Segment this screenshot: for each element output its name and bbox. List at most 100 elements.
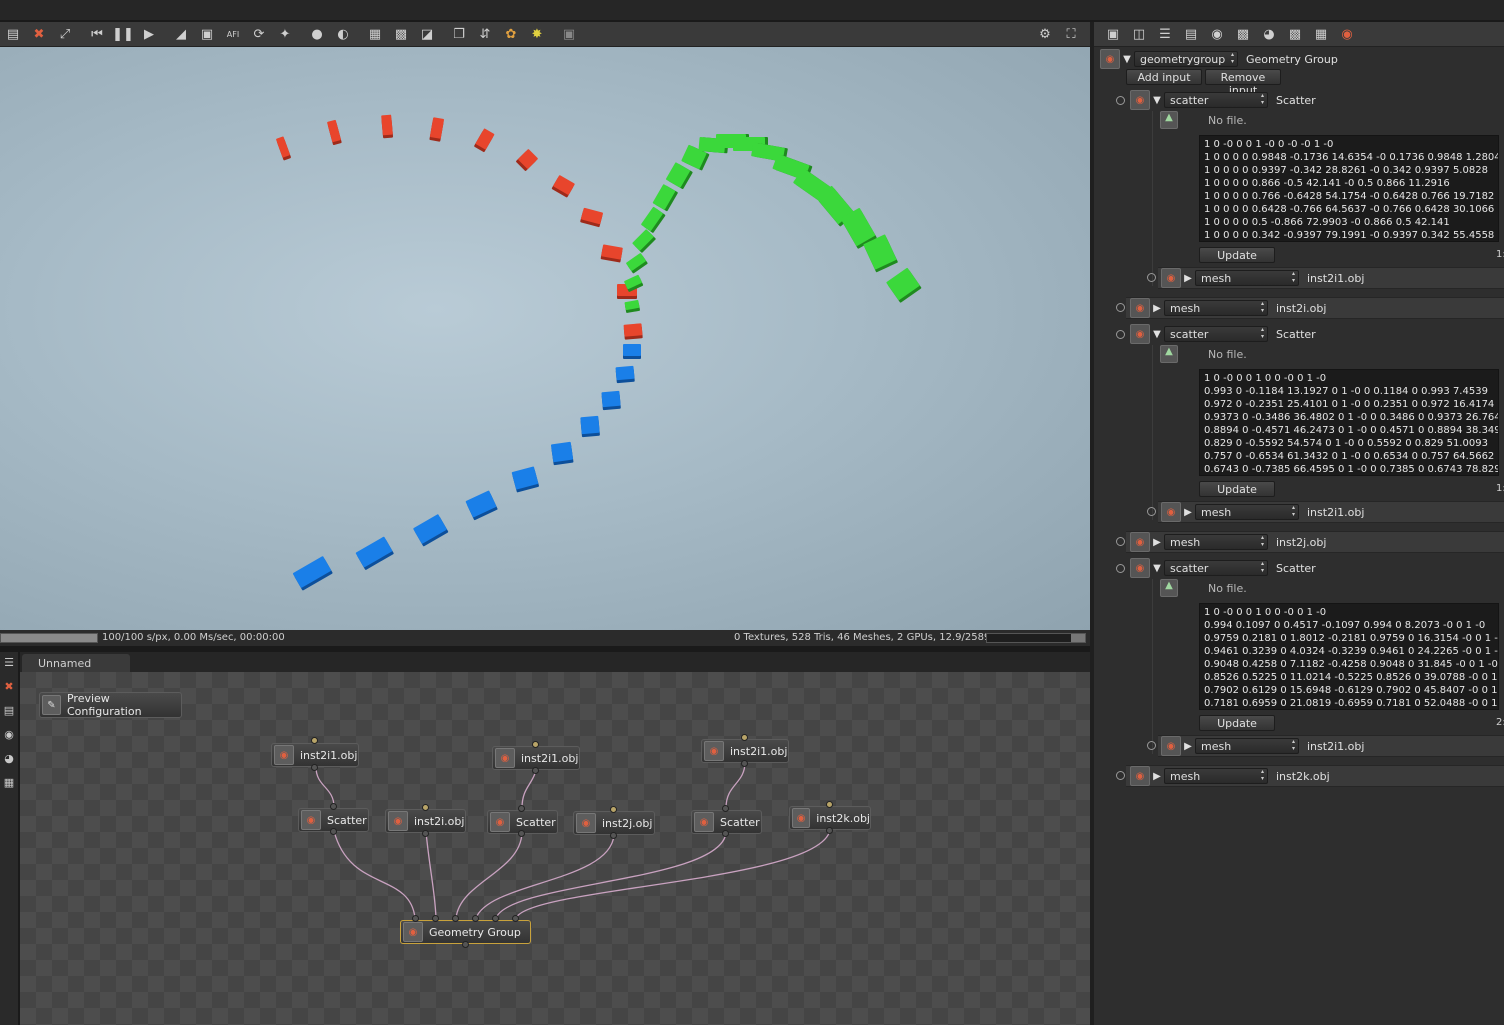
geometrygroup-combo[interactable]: geometrygroup xyxy=(1134,51,1238,67)
list-icon[interactable]: ☰ xyxy=(1154,23,1176,45)
node-color-icon[interactable]: ◉ xyxy=(1336,23,1358,45)
rewind-icon[interactable]: ⏮ xyxy=(86,23,108,45)
file-load-icon[interactable]: ▲ xyxy=(1160,111,1178,129)
input-pin[interactable] xyxy=(722,805,729,812)
expand-icon[interactable]: ▶ xyxy=(1150,771,1164,782)
film-icon-r[interactable]: ▩ xyxy=(1232,23,1254,45)
input-dot[interactable] xyxy=(1116,330,1125,339)
output-pin[interactable] xyxy=(826,827,833,834)
input-pin[interactable] xyxy=(422,804,429,811)
rotate-icon[interactable]: ⟳ xyxy=(248,23,270,45)
mesh-b-combo[interactable]: mesh xyxy=(1164,534,1268,550)
camera-icon[interactable]: ▣ xyxy=(196,23,218,45)
collapse-icon[interactable]: ▼ xyxy=(1150,563,1164,574)
pick-icon[interactable]: ✦ xyxy=(274,23,296,45)
output-pin[interactable] xyxy=(532,767,539,774)
group-input-pin[interactable] xyxy=(452,915,459,922)
mesh-a-combo[interactable]: mesh xyxy=(1164,300,1268,316)
scatter1-matrix[interactable]: 1 0 -0 0 0 1 -0 0 -0 -0 1 -0 1 0 0 0 0 0.… xyxy=(1199,135,1499,242)
pause-icon[interactable]: ❚❚ xyxy=(112,23,134,45)
add-input-button[interactable]: Add input xyxy=(1126,69,1202,85)
group-input-pin[interactable] xyxy=(412,915,419,922)
layers-icon[interactable]: ◪ xyxy=(416,23,438,45)
lock-icon[interactable]: ▣ xyxy=(558,23,580,45)
expand-icon[interactable]: ▶ xyxy=(1150,303,1164,314)
layers-icon-r[interactable]: ◫ xyxy=(1128,23,1150,45)
input-dot[interactable] xyxy=(1116,303,1125,312)
preview-configuration-button[interactable]: ✎ Preview Configuration xyxy=(39,692,182,718)
expand-icon[interactable]: ▶ xyxy=(1150,537,1164,548)
play-icon[interactable]: ▶ xyxy=(138,23,160,45)
color-icon[interactable]: ✿ xyxy=(500,23,522,45)
collapse-icon[interactable]: ▼ xyxy=(1120,54,1134,65)
fit-icon[interactable]: ⤢ xyxy=(54,23,76,45)
material-icon-r[interactable]: ◉ xyxy=(1206,23,1228,45)
remove-input-button[interactable]: Remove input xyxy=(1205,69,1281,97)
afi-button[interactable]: AFI xyxy=(222,23,244,45)
clear-icon[interactable]: ✖ xyxy=(28,23,50,45)
mesh-c-combo[interactable]: mesh xyxy=(1164,768,1268,784)
checker-icon[interactable]: ▩ xyxy=(390,23,412,45)
picture-icon[interactable]: ▩ xyxy=(1284,23,1306,45)
group-input-pin[interactable] xyxy=(432,915,439,922)
collapse-icon[interactable]: ▼ xyxy=(1150,329,1164,340)
group-input-pin[interactable] xyxy=(472,915,479,922)
sphere-alt-icon[interactable]: ◐ xyxy=(332,23,354,45)
output-pin[interactable] xyxy=(741,760,748,767)
input-pin[interactable] xyxy=(330,803,337,810)
file-load-icon[interactable]: ▲ xyxy=(1160,345,1178,363)
render-viewport[interactable] xyxy=(0,47,1090,630)
input-dot[interactable] xyxy=(1116,771,1125,780)
export-icon[interactable]: ⇵ xyxy=(474,23,496,45)
input-dot[interactable] xyxy=(1116,564,1125,573)
output-pin[interactable] xyxy=(518,830,525,837)
input-pin[interactable] xyxy=(741,734,748,741)
output-pin[interactable] xyxy=(722,830,729,837)
group-output-pin[interactable] xyxy=(462,941,469,948)
wrench-icon[interactable]: ⚙ xyxy=(1034,24,1056,46)
tab-unnamed-project[interactable]: Unnamed Project xyxy=(22,654,130,683)
input-dot[interactable] xyxy=(1147,507,1156,516)
sparkle-icon[interactable]: ✸ xyxy=(526,23,548,45)
scatter1-update-button[interactable]: Update xyxy=(1199,247,1275,263)
scatter2-mesh-combo[interactable]: mesh xyxy=(1195,504,1299,520)
input-dot[interactable] xyxy=(1116,537,1125,546)
input-pin[interactable] xyxy=(610,806,617,813)
input-dot[interactable] xyxy=(1116,96,1125,105)
output-pin[interactable] xyxy=(330,828,337,835)
scatter2-update-button[interactable]: Update xyxy=(1199,481,1275,497)
scatter1-mesh-combo[interactable]: mesh xyxy=(1195,270,1299,286)
scatter3-update-button[interactable]: Update xyxy=(1199,715,1275,731)
render-target-icon[interactable]: ▤ xyxy=(2,23,24,45)
copy-icon[interactable]: ❐ xyxy=(448,23,470,45)
fullscreen-icon[interactable]: ⛶ xyxy=(1060,24,1082,46)
scatter3-combo[interactable]: scatter xyxy=(1164,560,1268,576)
output-pin[interactable] xyxy=(311,764,318,771)
scatter1-combo[interactable]: scatter xyxy=(1164,92,1268,108)
grid-icon-side[interactable]: ▦ xyxy=(1,776,17,792)
ruler-icon[interactable]: ◢ xyxy=(170,23,192,45)
group-input-pin[interactable] xyxy=(492,915,499,922)
scatter3-mesh-combo[interactable]: mesh xyxy=(1195,738,1299,754)
node-graph-canvas[interactable]: ✎ Preview Configuration ◉ inst2i1.obj ◉ … xyxy=(20,672,1090,1025)
texture-icon[interactable]: ◕ xyxy=(1,752,17,768)
film-icon[interactable]: ▤ xyxy=(1,704,17,720)
input-pin[interactable] xyxy=(518,805,525,812)
expand-icon[interactable]: ▶ xyxy=(1181,741,1195,752)
collapse-icon[interactable]: ▼ xyxy=(1150,95,1164,106)
texture-icon-r[interactable]: ▦ xyxy=(1310,23,1332,45)
expand-icon[interactable]: ▶ xyxy=(1181,507,1195,518)
sphere-icon[interactable]: ● xyxy=(306,23,328,45)
image-icon[interactable]: ▤ xyxy=(1180,23,1202,45)
scatter2-matrix[interactable]: 1 0 -0 0 0 1 0 0 -0 0 1 -0 0.993 0 -0.118… xyxy=(1199,369,1499,476)
nodes-icon[interactable]: ☰ xyxy=(1,656,17,672)
file-load-icon[interactable]: ▲ xyxy=(1160,579,1178,597)
input-pin[interactable] xyxy=(532,741,539,748)
environment-icon[interactable]: ◕ xyxy=(1258,23,1280,45)
grid-icon[interactable]: ▦ xyxy=(364,23,386,45)
input-pin[interactable] xyxy=(826,801,833,808)
group-input-pin[interactable] xyxy=(512,915,519,922)
scatter2-combo[interactable]: scatter xyxy=(1164,326,1268,342)
input-dot[interactable] xyxy=(1147,273,1156,282)
input-pin[interactable] xyxy=(311,737,318,744)
